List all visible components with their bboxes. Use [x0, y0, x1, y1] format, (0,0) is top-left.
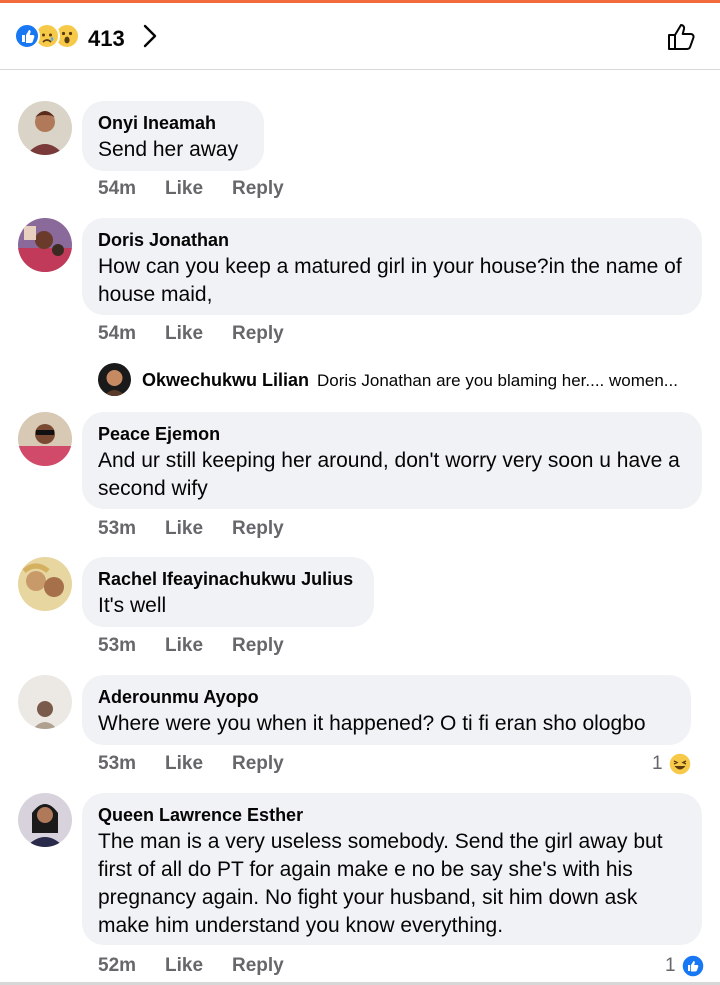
- like-button[interactable]: Like: [165, 955, 203, 977]
- like-reaction-icon: [681, 954, 705, 978]
- comment-time[interactable]: 53m: [98, 518, 136, 540]
- comment-bubble[interactable]: Queen Lawrence Esther The man is a very …: [82, 793, 702, 945]
- haha-reaction-icon: [668, 752, 692, 776]
- comment-author[interactable]: Rachel Ifeayinachukwu Julius: [98, 568, 358, 590]
- comment-bubble[interactable]: Peace Ejemon And ur still keeping her ar…: [82, 412, 702, 509]
- comment-author[interactable]: Peace Ejemon: [98, 423, 686, 445]
- comment-time[interactable]: 54m: [98, 178, 136, 200]
- reply-button[interactable]: Reply: [232, 635, 284, 657]
- reply-button[interactable]: Reply: [232, 518, 284, 540]
- comment-time[interactable]: 53m: [98, 635, 136, 657]
- comment-time[interactable]: 54m: [98, 323, 136, 345]
- comment-bubble[interactable]: Onyi Ineamah Send her away: [82, 101, 264, 171]
- comment-reaction-count[interactable]: 1: [665, 955, 676, 977]
- like-button[interactable]: Like: [165, 635, 203, 657]
- avatar[interactable]: [18, 793, 72, 847]
- comment-text: It's well: [98, 594, 167, 617]
- comment-bubble[interactable]: Aderounmu Ayopo Where were you when it h…: [82, 675, 691, 745]
- comment-reaction-count[interactable]: 1: [652, 753, 663, 775]
- comment-text: How can you keep a matured girl in your …: [98, 255, 682, 306]
- comment-text: Where were you when it happened? O ti fi…: [98, 712, 646, 735]
- reaction-count[interactable]: 413: [88, 26, 125, 52]
- comment-author[interactable]: Doris Jonathan: [98, 229, 686, 251]
- avatar[interactable]: [18, 675, 72, 729]
- reply-text: Doris Jonathan are you blaming her.... w…: [317, 371, 678, 390]
- avatar[interactable]: [18, 557, 72, 611]
- reply-button[interactable]: Reply: [232, 178, 284, 200]
- comment-text: The man is a very useless somebody. Send…: [98, 830, 663, 937]
- like-button[interactable]: Like: [165, 323, 203, 345]
- comment-author[interactable]: Onyi Ineamah: [98, 112, 248, 134]
- comment-bubble[interactable]: Rachel Ifeayinachukwu Julius It's well: [82, 557, 374, 627]
- comment-bubble[interactable]: Doris Jonathan How can you keep a mature…: [82, 218, 702, 315]
- like-button[interactable]: Like: [165, 753, 203, 775]
- reply-button[interactable]: Reply: [232, 323, 284, 345]
- comment-text: And ur still keeping her around, don't w…: [98, 449, 680, 500]
- avatar[interactable]: [18, 218, 72, 272]
- reply-button[interactable]: Reply: [232, 753, 284, 775]
- reply-author[interactable]: Okwechukwu Lilian: [142, 370, 309, 391]
- chevron-right-icon[interactable]: [140, 22, 160, 50]
- avatar[interactable]: [18, 101, 72, 155]
- like-outline-icon[interactable]: [666, 21, 698, 53]
- like-reaction-icon: [14, 23, 40, 49]
- avatar[interactable]: [98, 363, 131, 396]
- like-button[interactable]: Like: [165, 518, 203, 540]
- reply-preview[interactable]: Okwechukwu Lilian Doris Jonathan are you…: [98, 363, 708, 397]
- reactions-summary-bar[interactable]: 413: [0, 3, 720, 70]
- comment-author[interactable]: Aderounmu Ayopo: [98, 686, 675, 708]
- comment-time[interactable]: 52m: [98, 955, 136, 977]
- like-button[interactable]: Like: [165, 178, 203, 200]
- comment-author[interactable]: Queen Lawrence Esther: [98, 804, 686, 826]
- comment-text: Send her away: [98, 138, 239, 161]
- avatar[interactable]: [18, 412, 72, 466]
- reply-button[interactable]: Reply: [232, 955, 284, 977]
- comment-time[interactable]: 53m: [98, 753, 136, 775]
